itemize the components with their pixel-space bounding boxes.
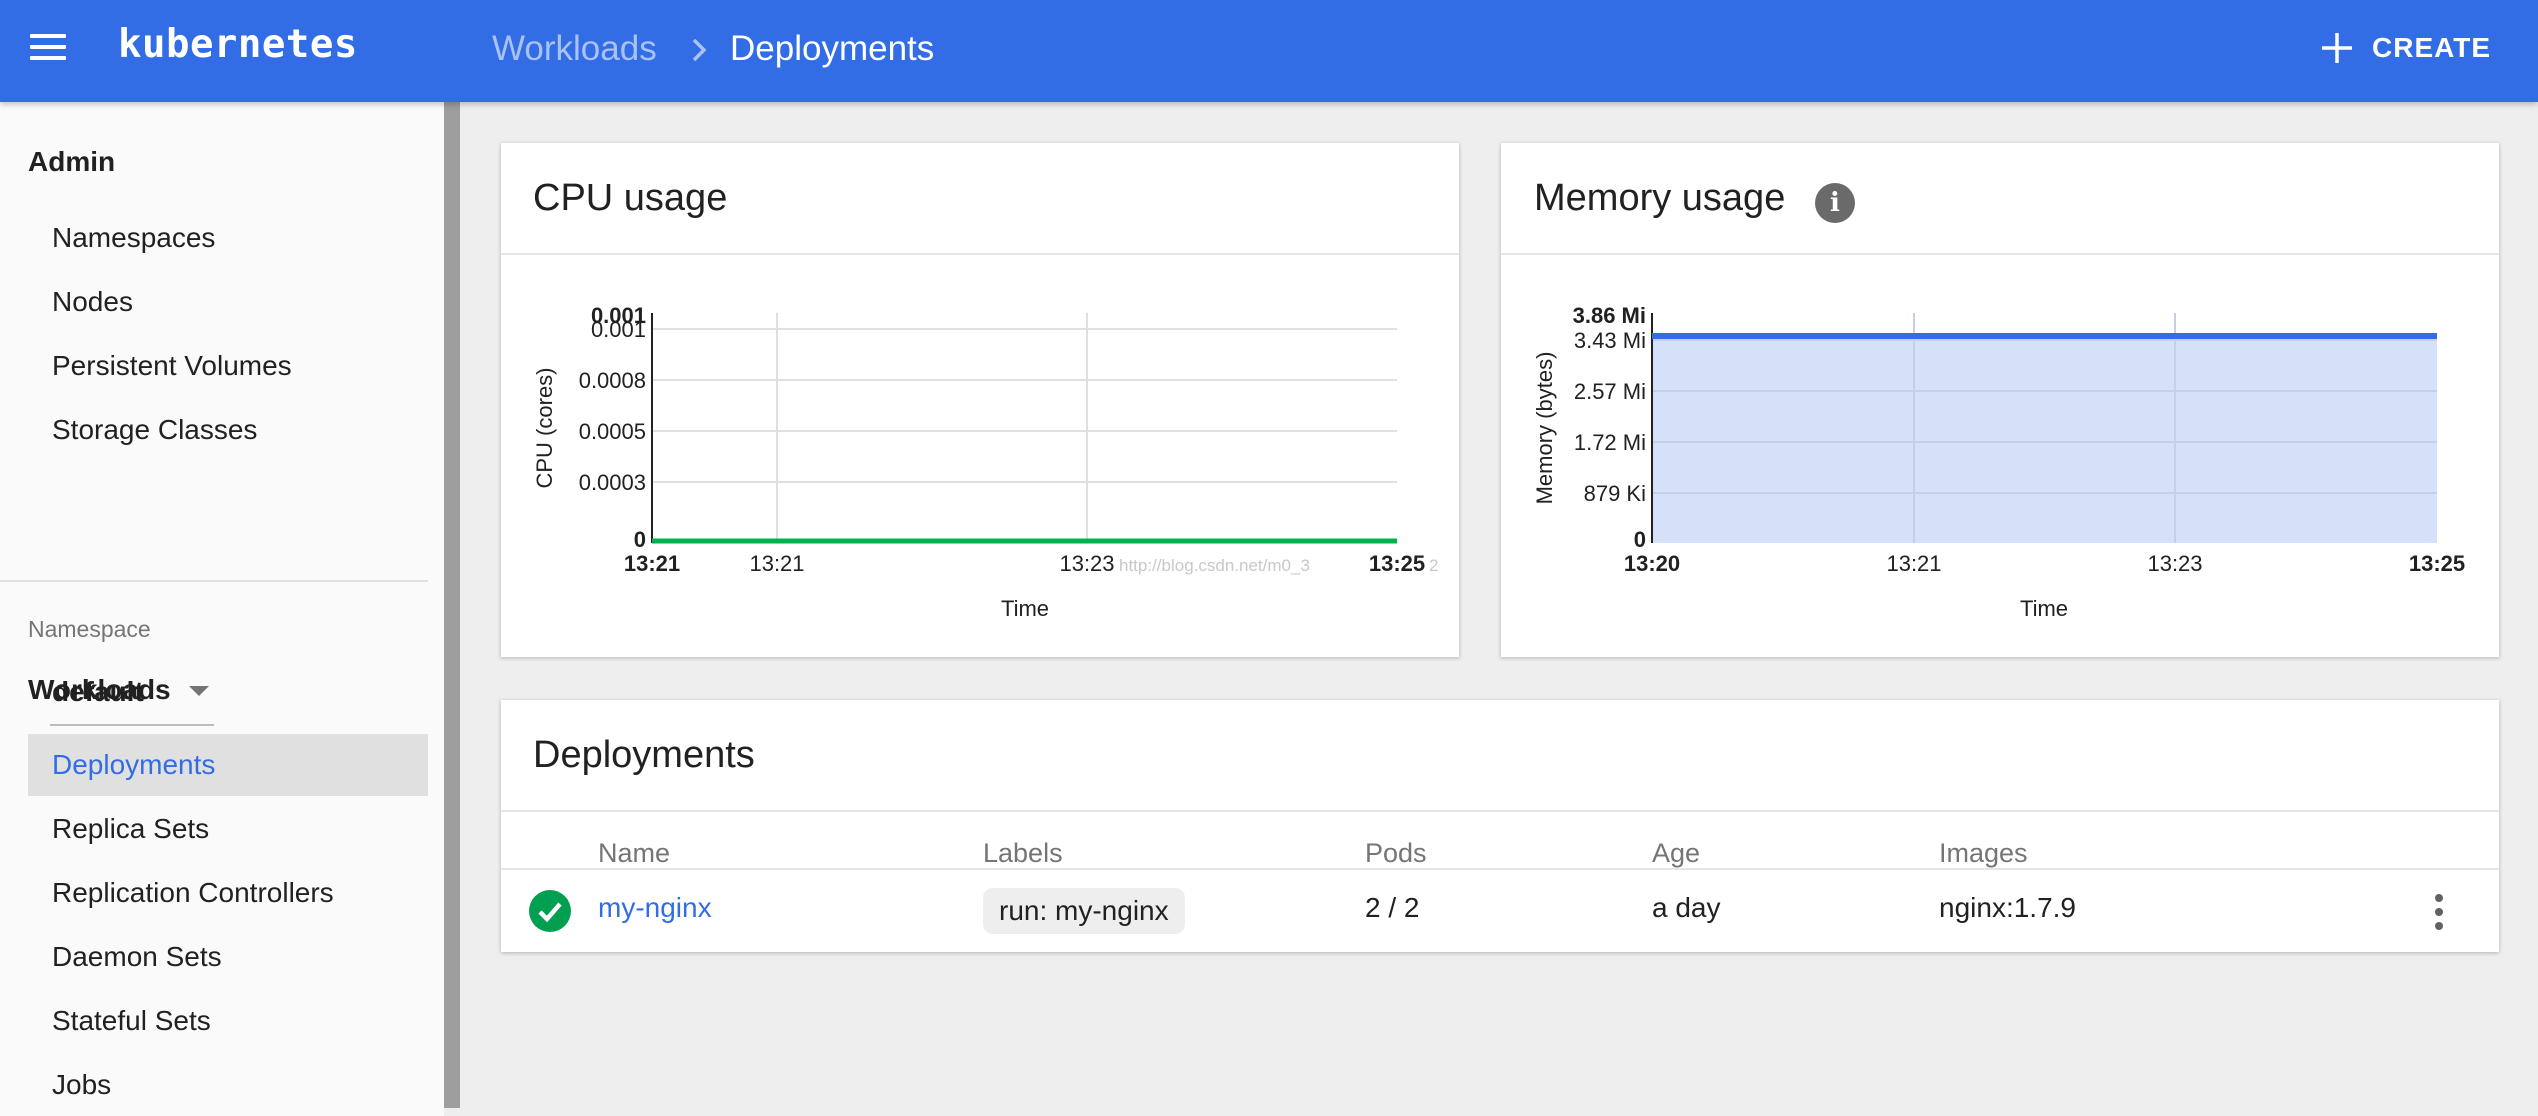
table-row-divider [501,868,2499,870]
create-button[interactable]: CREATE [2320,26,2491,70]
sidebar-item-daemon-sets[interactable]: Daemon Sets [28,926,428,988]
sidebar-item-jobs[interactable]: Jobs [28,1054,428,1116]
cpu-x-tick: 13:25 [1369,551,1425,576]
dropdown-arrow-icon [189,686,209,696]
memory-y-axis-label: Memory (bytes) [1532,352,1557,505]
sidebar-item-storage-classes[interactable]: Storage Classes [28,399,428,461]
memory-x-axis-label: Time [2020,596,2068,621]
memory-y-tick: 3.43 Mi [1574,328,1646,353]
top-bar: kubernetes Workloads Deployments CREATE [0,0,2538,102]
deployments-title: Deployments [533,734,755,776]
cpu-watermark-tail: 2 [1429,556,1438,575]
app-logo[interactable]: kubernetes [118,22,358,67]
plus-icon [2322,33,2352,63]
memory-x-tick: 13:21 [1886,551,1941,576]
cpu-gridlines [652,313,1397,543]
deployments-card: Deployments Name Labels Pods Age Images … [501,700,2499,952]
sidebar-item-replication-controllers[interactable]: Replication Controllers [28,862,428,924]
cpu-x-tick: 13:23 [1059,551,1114,576]
sidebar-item-persistent-volumes[interactable]: Persistent Volumes [28,335,428,397]
sidebar-item-stateful-sets[interactable]: Stateful Sets [28,990,428,1052]
cpu-x-tick: 13:21 [749,551,804,576]
memory-usage-title: Memory usage [1534,177,1786,219]
cpu-y-axis-label: CPU (cores) [532,367,557,488]
cpu-y-tick: 0.001 [591,317,646,342]
info-icon[interactable]: i [1815,183,1855,223]
cpu-usage-chart: 0.001 0.001 0.0008 0.0005 0.0003 0 13:21… [532,303,1438,621]
memory-x-tick: 13:20 [1624,551,1680,576]
sidebar-item-nodes[interactable]: Nodes [28,271,428,333]
cpu-y-tick: 0.0003 [579,470,646,495]
cpu-x-tick: 13:21 [624,551,680,576]
sidebar-divider [0,580,428,582]
namespace-label: Namespace [28,616,151,642]
memory-usage-card: Memory usage i 3.86 Mi 3.43 Mi 2.57 Mi 1… [1501,143,2499,657]
column-header-labels: Labels [983,838,1063,868]
sidebar: Admin Namespaces Nodes Persistent Volume… [0,102,444,1116]
deployment-age: a day [1652,892,1721,923]
create-label: CREATE [2372,32,2492,63]
memory-y-tick: 3.86 Mi [1573,303,1646,328]
cpu-x-axis-label: Time [1001,596,1049,621]
check-circle-icon [529,890,571,932]
column-header-images: Images [1939,838,2028,868]
column-header-age[interactable]: Age [1652,838,1700,869]
memory-y-tick: 879 Ki [1584,481,1646,506]
memory-y-tick: 1.72 Mi [1574,430,1646,455]
chevron-right-icon [692,38,707,62]
sidebar-item-namespaces[interactable]: Namespaces [28,207,428,269]
cpu-usage-title: CPU usage [533,177,728,219]
sidebar-section-workloads[interactable]: Workloads [28,674,171,706]
breadcrumb-workloads[interactable]: Workloads [492,29,657,69]
sidebar-section-admin[interactable]: Admin [28,146,115,178]
sidebar-item-replica-sets[interactable]: Replica Sets [28,798,428,860]
cpu-y-tick: 0 [634,527,646,552]
deployment-name-link[interactable]: my-nginx [598,892,712,924]
more-vert-icon[interactable] [2427,890,2451,934]
label-chip: run: my-nginx [983,888,1185,934]
hamburger-menu-icon[interactable] [28,31,68,71]
memory-usage-chart: 3.86 Mi 3.43 Mi 2.57 Mi 1.72 Mi 879 Ki 0… [1532,303,2465,621]
cpu-y-tick: 0.0008 [579,368,646,393]
column-header-pods: Pods [1365,838,1427,868]
memory-y-tick: 2.57 Mi [1574,379,1646,404]
deployment-pods: 2 / 2 [1365,892,1420,923]
sidebar-item-deployments[interactable]: Deployments [28,734,428,796]
memory-y-tick: 0 [1634,527,1646,552]
table-header-divider [501,810,2499,812]
cpu-y-tick: 0.0005 [579,419,646,444]
sidebar-scrollbar[interactable] [444,102,460,1108]
cpu-usage-card: CPU usage 0.001 0.001 0.0008 0.0005 0.00… [501,143,1459,657]
memory-x-tick: 13:25 [2409,551,2465,576]
cpu-watermark: http://blog.csdn.net/m0_3 [1119,556,1310,575]
memory-series-area [1652,336,2437,543]
deployment-images: nginx:1.7.9 [1939,892,2076,923]
memory-x-tick: 13:23 [2147,551,2202,576]
breadcrumb-deployments: Deployments [730,29,935,68]
column-header-name[interactable]: Name [598,838,670,869]
